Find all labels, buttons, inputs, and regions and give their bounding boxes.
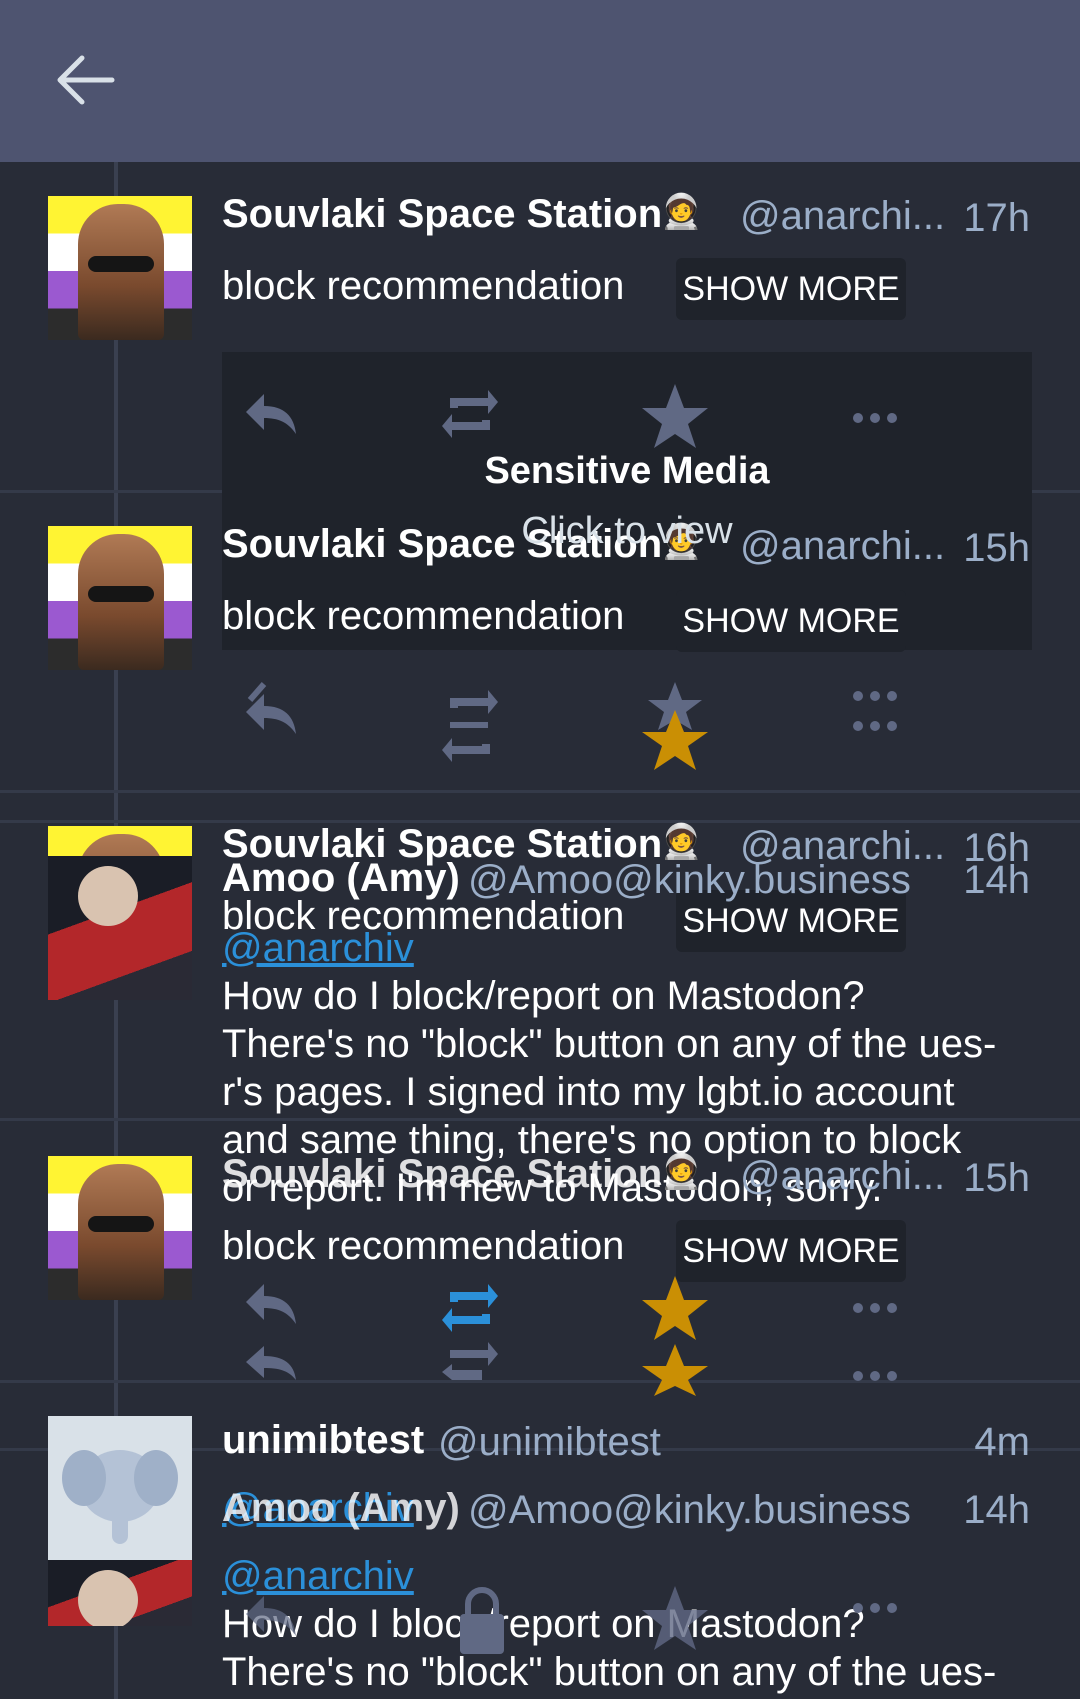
custom-emoji-icon: 🧑‍🚀: [660, 1153, 703, 1191]
content-line: There's no "block" button on any of the …: [222, 1650, 997, 1694]
account-handle: @unimibtest: [438, 1420, 661, 1464]
account-handle: @anarchi...: [740, 1154, 946, 1198]
status-actions: [222, 1276, 1022, 1396]
display-name: Amoo (Amy): [222, 1486, 460, 1530]
account-handle: @anarchi...: [740, 194, 946, 238]
divider: [0, 790, 1080, 793]
timestamp: 14h: [963, 858, 1030, 902]
top-app-bar: [0, 0, 1080, 162]
avatar[interactable]: [48, 196, 192, 340]
content-line: r's pages. I signed into my lgbt.io acco…: [222, 1070, 955, 1114]
avatar[interactable]: [48, 856, 192, 1000]
display-name: Souvlaki Space Station: [222, 192, 663, 236]
star-icon[interactable]: [640, 382, 710, 452]
timestamp: 14h: [963, 1488, 1030, 1532]
reply-icon[interactable]: [240, 1276, 300, 1386]
timestamp: 15h: [963, 1156, 1030, 1200]
status-actions: [222, 382, 1022, 452]
divider: [0, 1380, 1080, 1383]
content-warning-text: block recommendation: [222, 594, 625, 638]
sensitive-media-subtitle: Click to view: [521, 510, 733, 552]
sensitive-media-title: Sensitive Media: [484, 450, 770, 492]
timestamp: 17h: [963, 196, 1030, 240]
boost-icon[interactable]: [438, 1276, 502, 1386]
lock-icon: [460, 1587, 504, 1654]
account-handle: @Amoo@kinky.business: [468, 858, 911, 902]
status-actions: [222, 1584, 1022, 1654]
show-more-button[interactable]: SHOW MORE: [676, 258, 906, 320]
display-name: Souvlaki Space Station: [222, 1152, 663, 1196]
reply-icon[interactable]: [240, 1584, 300, 1644]
more-options-icon[interactable]: [850, 382, 900, 432]
star-icon[interactable]: [640, 1276, 710, 1396]
boost-icon[interactable]: [438, 382, 502, 446]
star-icon[interactable]: [640, 1584, 710, 1654]
more-options-icon[interactable]: [850, 682, 900, 752]
account-handle: @Amoo@kinky.business: [468, 1488, 911, 1532]
elephant-icon: [48, 1416, 192, 1560]
show-more-button[interactable]: SHOW MORE: [676, 590, 906, 652]
status-actions: [222, 682, 1022, 770]
content-line: How do I block/report on Mastodon?: [222, 974, 865, 1018]
avatar[interactable]: [48, 826, 192, 856]
more-options-icon[interactable]: [850, 1584, 900, 1634]
avatar[interactable]: [48, 1156, 192, 1300]
show-more-button[interactable]: SHOW MORE: [676, 1220, 906, 1282]
arrow-left-icon[interactable]: [54, 52, 118, 108]
avatar[interactable]: [48, 1416, 192, 1626]
display-name: unimibtest: [222, 1418, 425, 1462]
content-line: There's no "block" button on any of the …: [222, 1022, 997, 1066]
content-warning-text: block recommendation: [222, 264, 625, 308]
boost-icon[interactable]: [438, 682, 502, 772]
star-icon[interactable]: [640, 682, 710, 772]
reply-icon[interactable]: [240, 382, 300, 442]
reply-all-icon[interactable]: [240, 682, 300, 742]
custom-emoji-icon: 🧑‍🚀: [660, 193, 703, 231]
custom-emoji-icon: 🧑‍🚀: [660, 823, 703, 861]
mention-link[interactable]: @anarchiv: [222, 926, 414, 971]
avatar[interactable]: [48, 526, 192, 670]
display-name: Amoo (Amy): [222, 856, 460, 900]
content-warning-text: block recommendation: [222, 1224, 625, 1268]
timestamp: 4m: [974, 1420, 1030, 1464]
more-options-icon[interactable]: [850, 1276, 900, 1386]
